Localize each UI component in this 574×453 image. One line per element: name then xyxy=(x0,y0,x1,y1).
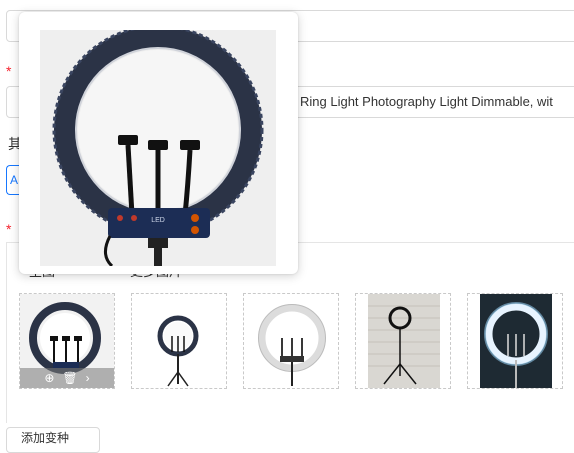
title-input-value: Ring Light Photography Light Dimmable, w… xyxy=(300,94,553,109)
thumb-2-image xyxy=(132,294,226,388)
thumb-3-image xyxy=(244,294,338,388)
thumb-5-image xyxy=(468,294,562,388)
zoom-icon[interactable]: ⊕ xyxy=(44,368,54,388)
blue-button-glyph: A xyxy=(9,173,18,187)
ring-light-preview: LED xyxy=(40,30,276,266)
thumb-4-image xyxy=(368,294,440,388)
panel-label: LED xyxy=(151,217,165,224)
ring-light-thumb-4[interactable] xyxy=(355,293,451,389)
ring-light-thumb-5[interactable] xyxy=(467,293,563,389)
next-icon[interactable]: › xyxy=(86,368,90,388)
preview-image: LED xyxy=(40,30,276,266)
thumb-toolbar: ⊕ 🗑 › xyxy=(20,368,114,388)
add-variant-button[interactable]: 添加变种 xyxy=(6,427,100,453)
blue-action-button[interactable]: A xyxy=(6,165,20,195)
ring-light-thumb-3[interactable] xyxy=(243,293,339,389)
upload-required-mark: * xyxy=(6,221,12,237)
ring-light-thumb-2[interactable] xyxy=(131,293,227,389)
image-preview-popover: LED xyxy=(19,12,298,274)
ring-light-thumb-1[interactable]: ⊕ 🗑 › xyxy=(19,293,115,389)
delete-icon[interactable]: 🗑 xyxy=(62,368,77,388)
title-required-mark: * xyxy=(6,63,12,79)
